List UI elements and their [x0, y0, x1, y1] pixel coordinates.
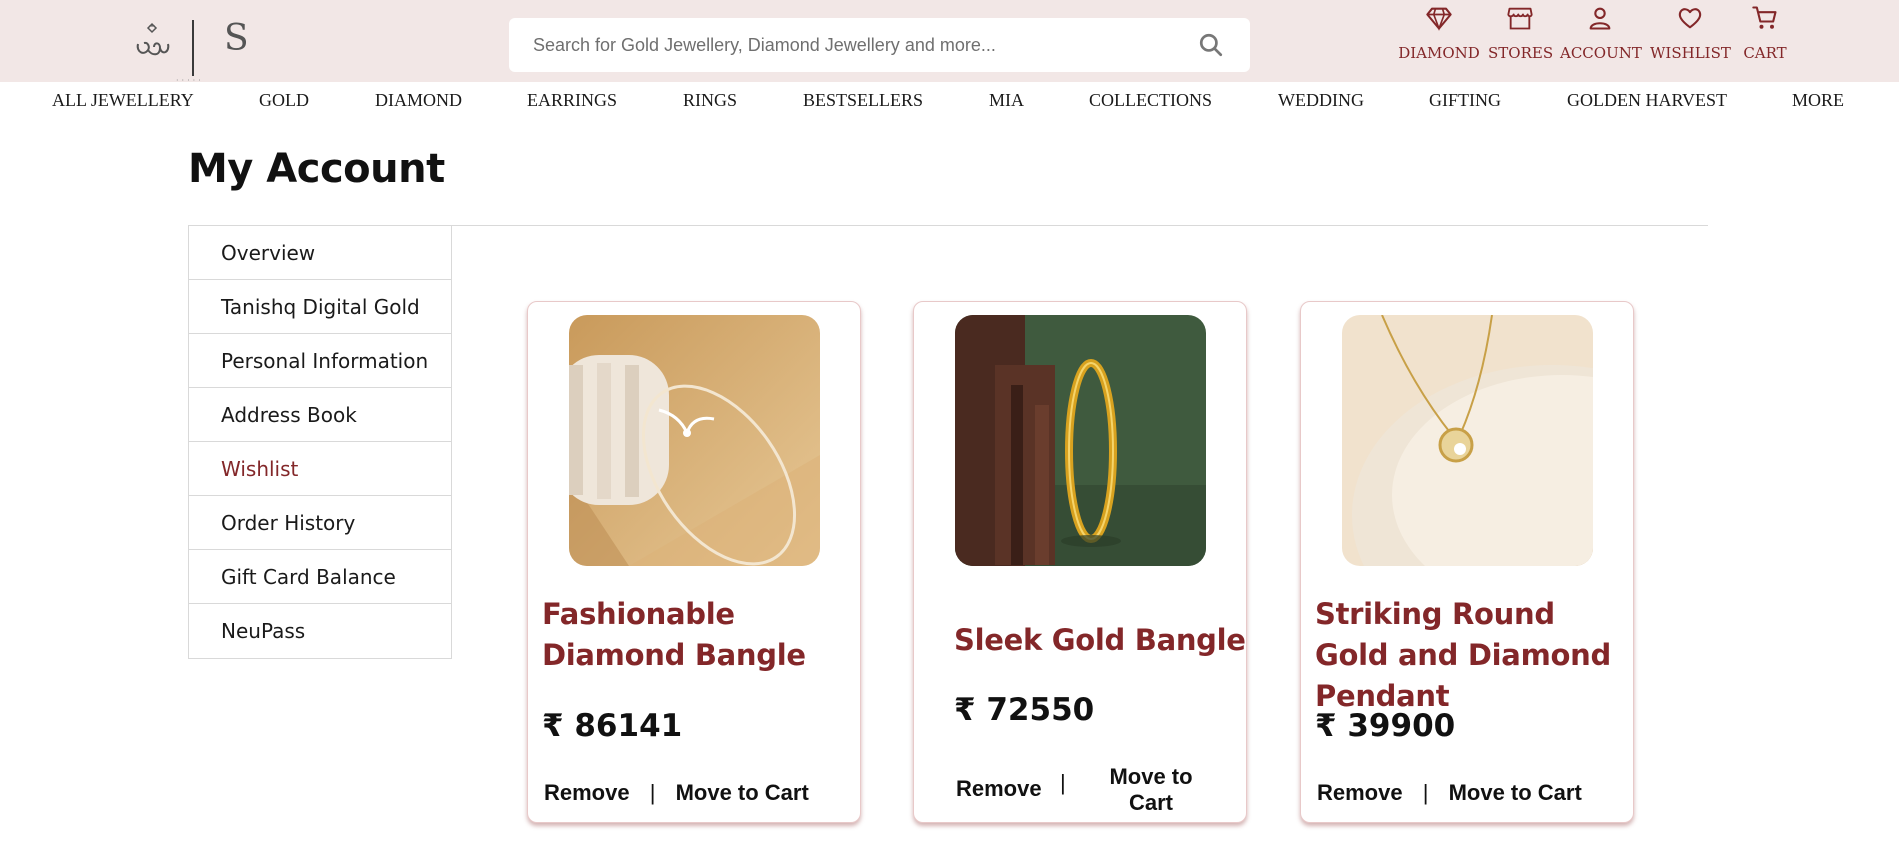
nav-collections[interactable]: COLLECTIONS — [1089, 90, 1212, 111]
product-price: ₹ 86141 — [542, 708, 683, 744]
header-diamond-link[interactable]: DIAMOND — [1398, 4, 1480, 76]
nav-golden-harvest[interactable]: GOLDEN HARVEST — [1567, 90, 1727, 111]
nav-gifting[interactable]: GIFTING — [1429, 90, 1501, 111]
remove-button[interactable]: Remove — [1317, 780, 1403, 805]
action-separator: | — [649, 780, 656, 805]
remove-button[interactable]: Remove — [544, 780, 630, 805]
product-image[interactable] — [1342, 315, 1593, 566]
header-stores-link[interactable]: STORES — [1488, 4, 1554, 76]
nav-bestsellers[interactable]: BESTSELLERS — [803, 90, 923, 111]
nav-all-jewellery[interactable]: ALL JEWELLERY — [52, 90, 194, 111]
product-image[interactable] — [955, 315, 1206, 566]
product-name[interactable]: Fashionable Diamond Bangle — [542, 594, 848, 676]
header-account-link[interactable]: ACCOUNT — [1560, 4, 1642, 76]
account-sidebar: Overview Tanishq Digital Gold Personal I… — [188, 226, 452, 659]
product-name[interactable]: Striking Round Gold and Diamond Pendant — [1315, 594, 1621, 717]
nav-earrings[interactable]: EARRINGS — [527, 90, 617, 111]
sidebar-item-address-book[interactable]: Address Book — [189, 388, 451, 442]
logo-letter: S — [224, 18, 249, 59]
wishlist-product-card: Fashionable Diamond Bangle ₹ 86141 Remov… — [527, 301, 861, 823]
header-account-label: ACCOUNT — [1560, 44, 1642, 62]
sidebar-item-neupass[interactable]: NeuPass — [189, 604, 451, 658]
search-input[interactable] — [533, 18, 1173, 72]
header-diamond-label: DIAMOND — [1398, 44, 1480, 62]
product-actions: Remove | Move to Cart — [1317, 780, 1617, 806]
logo-dots: ····· — [176, 76, 204, 85]
nav-diamond[interactable]: DIAMOND — [375, 90, 462, 111]
brand-logo[interactable]: S ····· — [134, 18, 254, 85]
product-price: ₹ 72550 — [954, 692, 1095, 728]
header-stores-label: STORES — [1488, 44, 1554, 62]
nav-rings[interactable]: RINGS — [683, 90, 737, 111]
move-to-cart-button[interactable]: Move to Cart — [1096, 764, 1206, 816]
header-wishlist-label: WISHLIST — [1650, 44, 1731, 62]
header-wishlist-link[interactable]: WISHLIST — [1650, 4, 1731, 76]
store-icon — [1507, 7, 1533, 30]
nav-wedding[interactable]: WEDDING — [1278, 90, 1364, 111]
top-header: S ····· DIAMOND STORES — [0, 0, 1899, 85]
header-cart-link[interactable]: CART — [1740, 4, 1790, 76]
search-bar — [509, 18, 1250, 72]
main-nav: ALL JEWELLERY GOLD DIAMOND EARRINGS RING… — [0, 90, 1899, 120]
sidebar-item-digital-gold[interactable]: Tanishq Digital Gold — [189, 280, 451, 334]
product-name[interactable]: Sleek Gold Bangle — [954, 620, 1260, 661]
action-separator: | — [1422, 780, 1429, 805]
header-cart-label: CART — [1743, 44, 1787, 62]
wishlist-product-card: Sleek Gold Bangle ₹ 72550 Remove | Move … — [913, 301, 1247, 823]
sidebar-item-personal-information[interactable]: Personal Information — [189, 334, 451, 388]
action-separator: | — [1060, 770, 1066, 795]
logo-divider — [192, 20, 194, 76]
gold-bangle-image — [955, 315, 1206, 566]
product-price: ₹ 39900 — [1315, 708, 1456, 744]
search-icon[interactable] — [1198, 32, 1224, 58]
sidebar-item-overview[interactable]: Overview — [189, 226, 451, 280]
move-to-cart-button[interactable]: Move to Cart — [676, 780, 809, 805]
move-to-cart-button[interactable]: Move to Cart — [1449, 780, 1582, 805]
heart-icon — [1678, 8, 1702, 29]
diamond-icon — [1426, 7, 1452, 31]
pendant-image — [1342, 315, 1593, 566]
sidebar-item-order-history[interactable]: Order History — [189, 496, 451, 550]
cart-icon — [1752, 6, 1777, 29]
nav-mia[interactable]: MIA — [989, 90, 1024, 111]
remove-button[interactable]: Remove — [956, 776, 1042, 802]
product-image[interactable] — [569, 315, 820, 566]
user-icon — [1589, 7, 1611, 30]
page-title: My Account — [188, 146, 445, 192]
sidebar-item-gift-card-balance[interactable]: Gift Card Balance — [189, 550, 451, 604]
sidebar-item-wishlist[interactable]: Wishlist — [189, 442, 451, 496]
product-actions: Remove | Move to Cart — [544, 780, 844, 806]
nav-more[interactable]: MORE — [1792, 90, 1844, 111]
logo-mark-icon — [136, 22, 170, 56]
diamond-bangle-image — [569, 315, 820, 566]
wishlist-product-card: Striking Round Gold and Diamond Pendant … — [1300, 301, 1634, 823]
nav-gold[interactable]: GOLD — [259, 90, 309, 111]
